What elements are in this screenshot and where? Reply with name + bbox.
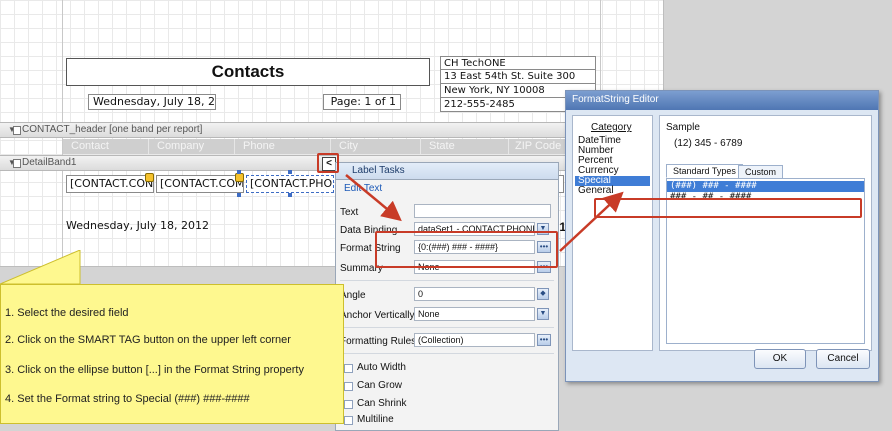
instruction-step: 3. Click on the ellipse button [...] in … [5,364,304,376]
arrow-to-format-item [559,191,624,252]
instruction-step: 1. Select the desired field [5,307,129,319]
instruction-step: 4. Set the Format string to Special (###… [5,393,250,405]
note-fold [0,250,81,285]
arrow-to-format-string [345,174,402,222]
instructions-note: 1. Select the desired field 2. Click on … [0,284,344,424]
instruction-step: 2. Click on the SMART TAG button on the … [5,334,291,346]
